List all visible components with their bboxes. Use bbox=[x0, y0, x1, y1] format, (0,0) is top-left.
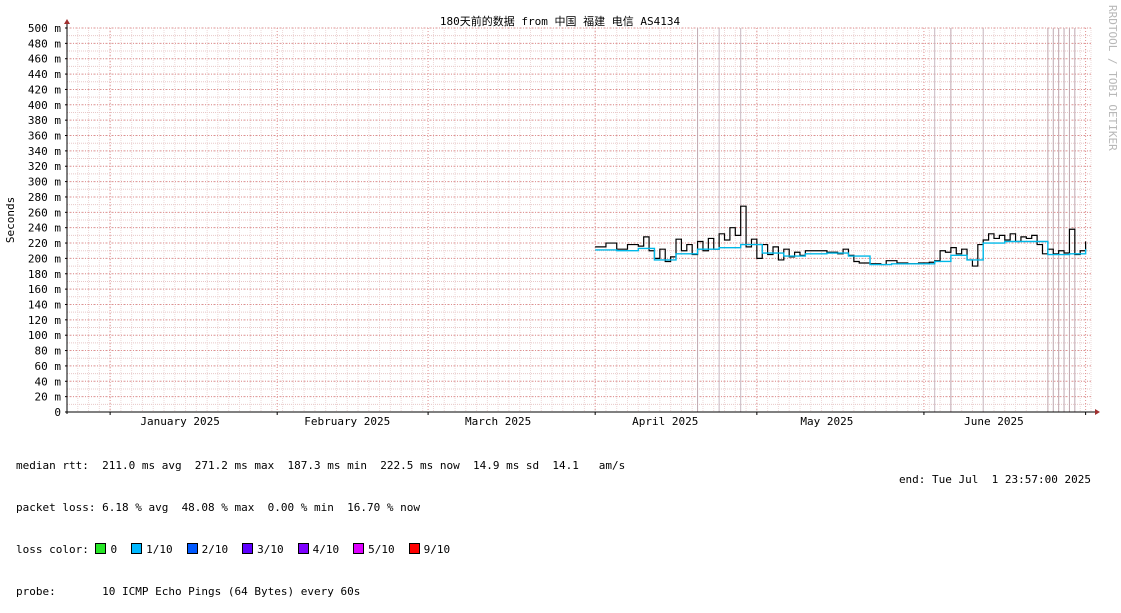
y-tick-label: 260 m bbox=[28, 206, 61, 219]
y-tick-label: 480 m bbox=[28, 37, 61, 50]
loss-color-swatch-label: 3/10 bbox=[257, 543, 284, 556]
y-tick-label: 500 m bbox=[28, 22, 61, 35]
x-tick-label: June 2025 bbox=[964, 415, 1024, 428]
loss-color-swatches: 0 1/10 2/10 3/10 4/10 5/10 9/10 bbox=[95, 543, 464, 556]
latency-chart: 0 20 m 40 m 60 m 80 m 100 m 120 m 140 m 160 m 180… bbox=[4, 5, 1119, 428]
loss-color-swatch bbox=[95, 543, 107, 554]
y-tick-label: 40 m bbox=[35, 375, 62, 388]
x-axis-arrow bbox=[1095, 409, 1100, 415]
loss-color-swatch bbox=[297, 543, 309, 554]
packet-loss-line: packet loss: 6.18 % avg 48.08 % max 0.00… bbox=[16, 501, 420, 514]
chart-grid bbox=[66, 27, 1092, 413]
y-tick-label: 380 m bbox=[28, 114, 61, 127]
loss-color-swatch bbox=[186, 543, 198, 554]
rrdtool-watermark: RRDTOOL / TOBI OETIKER bbox=[1106, 5, 1119, 151]
loss-color-swatch bbox=[353, 543, 365, 554]
y-tick-label: 220 m bbox=[28, 237, 61, 250]
y-tick-label: 420 m bbox=[28, 83, 61, 96]
y-tick-label: 180 m bbox=[28, 268, 61, 281]
y-tick-label: 460 m bbox=[28, 53, 61, 66]
y-tick-label: 440 m bbox=[28, 68, 61, 81]
y-tick-label: 140 m bbox=[28, 298, 61, 311]
probe-line: probe: 10 ICMP Echo Pings (64 Bytes) eve… bbox=[16, 585, 361, 598]
loss-color-swatch bbox=[131, 543, 143, 554]
y-tick-label: 160 m bbox=[28, 283, 61, 296]
loss-color-row: loss color: 0 1/10 2/10 3/10 4/10 5/10 9/10 bbox=[16, 543, 625, 557]
y-tick-label: 240 m bbox=[28, 222, 61, 235]
x-tick-label: May 2025 bbox=[800, 415, 853, 428]
legend: median rtt: 211.0 ms avg 271.2 ms max 18… bbox=[16, 431, 625, 613]
loss-color-swatch-label: 1/10 bbox=[146, 543, 173, 556]
loss-color-swatch-label: 0 bbox=[110, 543, 118, 556]
loss-color-swatch-label: 9/10 bbox=[423, 543, 451, 556]
y-tick-labels: 0 20 m 40 m 60 m 80 m 100 m 120 m 140 m 160 m 180… bbox=[28, 22, 67, 419]
y-tick-label: 400 m bbox=[28, 99, 61, 112]
y-tick-label: 320 m bbox=[28, 160, 61, 173]
chart-title: 180天前的数据 from 中国 福建 电信 AS4134 bbox=[440, 14, 681, 28]
y-axis-arrow bbox=[64, 19, 70, 24]
y-tick-label: 280 m bbox=[28, 191, 61, 204]
y-tick-label: 60 m bbox=[35, 360, 62, 373]
y-tick-label: 120 m bbox=[28, 314, 61, 327]
loss-color-swatch bbox=[408, 543, 420, 554]
loss-color-swatch-label: 4/10 bbox=[312, 543, 340, 556]
y-tick-label: 200 m bbox=[28, 252, 61, 265]
y-tick-label: 300 m bbox=[28, 176, 61, 189]
y-axis-label: Seconds bbox=[4, 197, 17, 243]
y-tick-label: 360 m bbox=[28, 130, 61, 143]
loss-color-swatch-label: 2/10 bbox=[201, 543, 229, 556]
y-tick-label: 20 m bbox=[35, 391, 62, 404]
median-rtt-line: median rtt: 211.0 ms avg 271.2 ms max 18… bbox=[16, 459, 626, 472]
y-tick-label: 0 bbox=[54, 406, 61, 419]
x-tick-label: March 2025 bbox=[465, 415, 531, 428]
y-tick-label: 80 m bbox=[35, 345, 62, 358]
x-tick-label: April 2025 bbox=[632, 415, 698, 428]
loss-color-swatch-label: 5/10 bbox=[368, 543, 395, 556]
x-tick-labels: January 2025 February 2025 March 2025 April… bbox=[109, 412, 1087, 428]
end-timestamp: end: Tue Jul 1 23:57:00 2025 bbox=[898, 473, 1091, 486]
x-tick-label: February 2025 bbox=[304, 415, 390, 428]
x-tick-label: January 2025 bbox=[140, 415, 219, 428]
loss-color-label: loss color: bbox=[16, 543, 89, 556]
y-tick-label: 100 m bbox=[28, 329, 61, 342]
loss-color-swatch bbox=[242, 543, 254, 554]
y-tick-label: 340 m bbox=[28, 145, 61, 158]
